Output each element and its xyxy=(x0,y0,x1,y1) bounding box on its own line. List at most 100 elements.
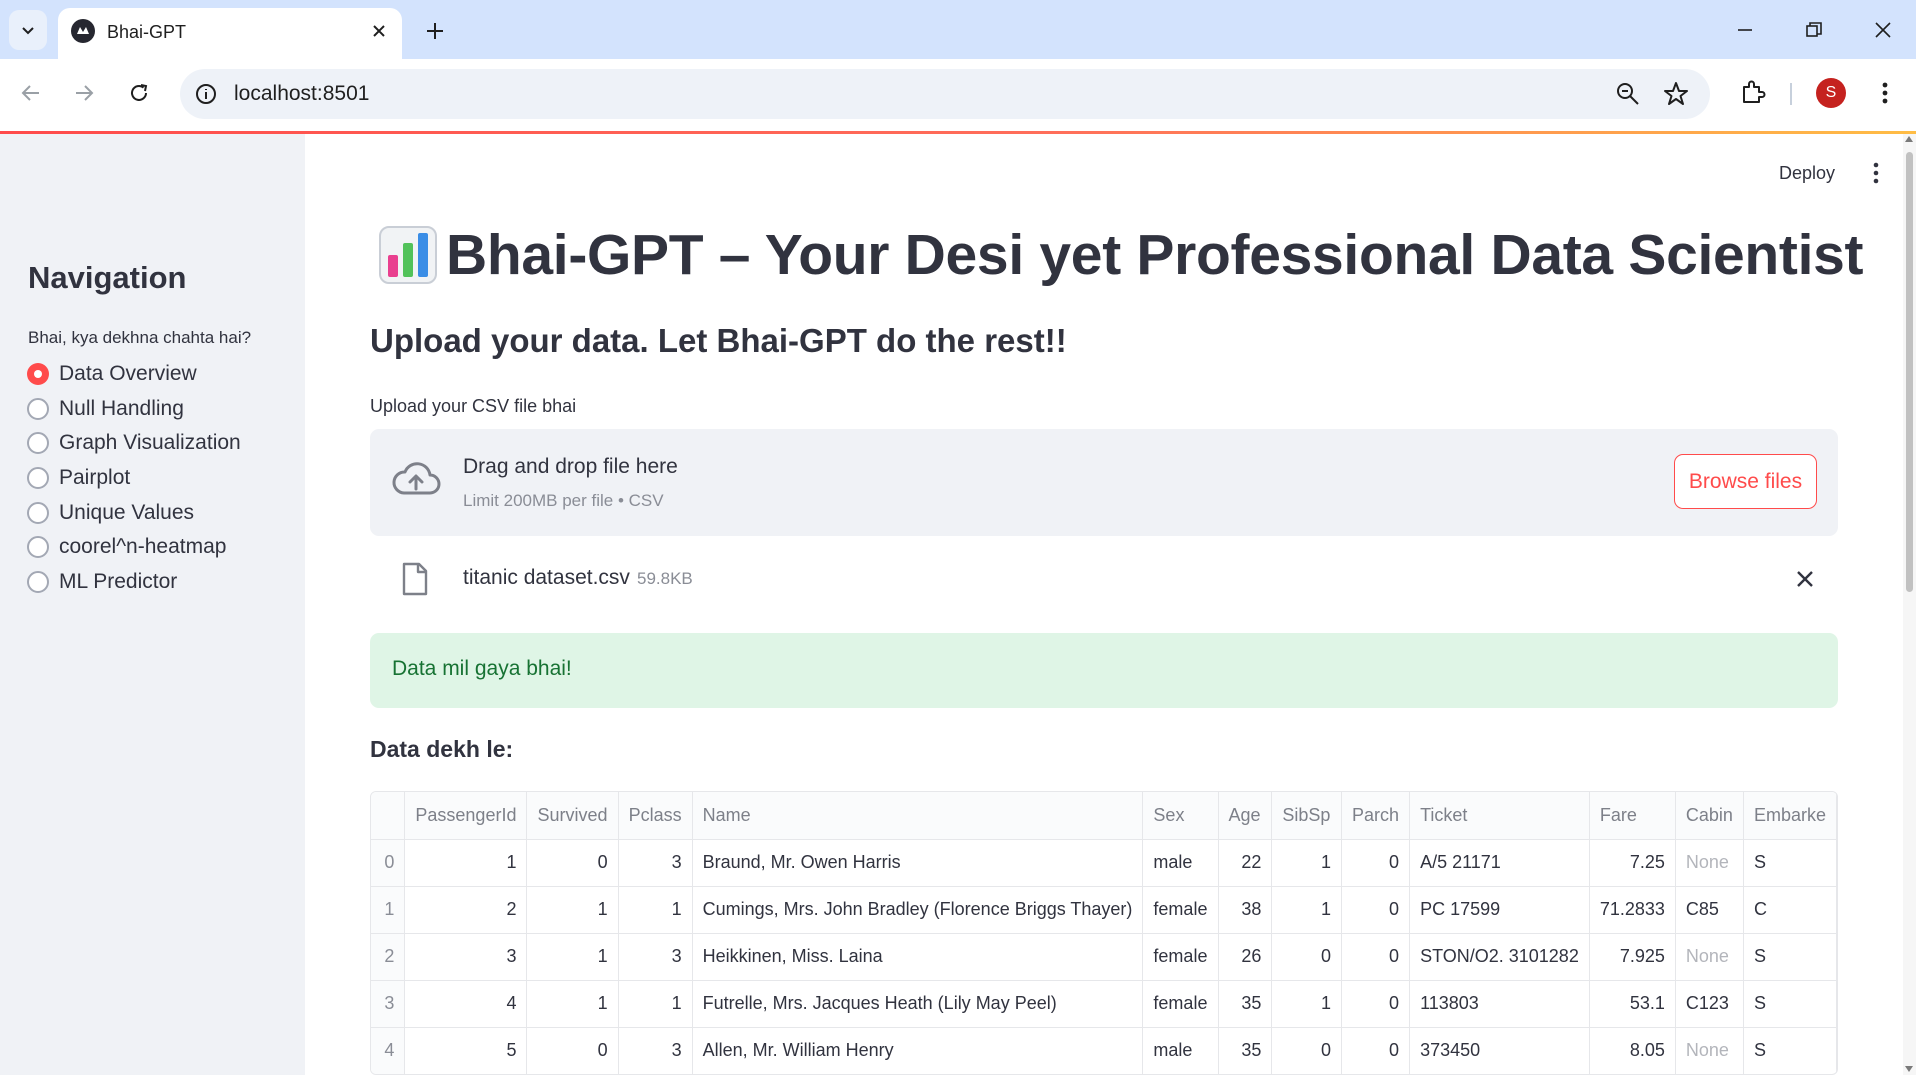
table-cell[interactable]: 3 xyxy=(618,839,693,887)
table-cell[interactable]: 7.25 xyxy=(1589,839,1676,887)
radio-label[interactable]: Unique Values xyxy=(59,501,194,525)
main-menu-icon[interactable] xyxy=(1864,158,1888,188)
scroll-up-arrow-icon[interactable] xyxy=(1905,136,1913,142)
table-cell[interactable]: C85 xyxy=(1675,886,1744,934)
radio-label[interactable]: Data Overview xyxy=(59,362,197,386)
table-cell[interactable]: 1 xyxy=(526,980,619,1028)
bookmark-star-icon[interactable] xyxy=(1662,80,1690,108)
column-header[interactable] xyxy=(371,792,406,840)
column-header[interactable]: Embarke xyxy=(1743,792,1837,840)
table-cell[interactable]: 1 xyxy=(618,886,693,934)
row-index[interactable]: 3 xyxy=(371,980,406,1028)
extensions-puzzle-icon[interactable] xyxy=(1738,77,1768,107)
table-cell[interactable]: 0 xyxy=(1341,933,1411,981)
radio-option-unique-values[interactable]: Unique Values xyxy=(27,495,241,530)
address-bar[interactable]: localhost:8501 xyxy=(180,69,1710,119)
table-cell[interactable]: 71.2833 xyxy=(1589,886,1676,934)
table-cell[interactable]: 1 xyxy=(1271,980,1343,1028)
table-cell[interactable]: 113803 xyxy=(1409,980,1590,1028)
radio-option-pairplot[interactable]: Pairplot xyxy=(27,461,241,496)
restore-icon[interactable] xyxy=(1797,13,1831,47)
table-cell[interactable]: 2 xyxy=(404,886,528,934)
table-cell[interactable]: S xyxy=(1743,1027,1837,1074)
row-index[interactable]: 2 xyxy=(371,933,406,981)
table-cell[interactable]: 1 xyxy=(404,839,528,887)
radio-option-correlation-heatmap[interactable]: coorel^n-heatmap xyxy=(27,530,241,565)
radio-label[interactable]: Graph Visualization xyxy=(59,431,241,455)
table-cell[interactable]: PC 17599 xyxy=(1409,886,1590,934)
radio-selected-icon[interactable] xyxy=(27,363,49,386)
radio-label[interactable]: coorel^n-heatmap xyxy=(59,535,226,559)
table-cell[interactable]: 1 xyxy=(526,886,619,934)
tab-search-button[interactable] xyxy=(9,10,47,50)
radio-unselected-icon[interactable] xyxy=(27,432,49,455)
radio-label[interactable]: Null Handling xyxy=(59,397,184,421)
table-cell[interactable]: male xyxy=(1142,1027,1219,1074)
table-cell[interactable]: 0 xyxy=(526,1027,619,1074)
table-cell[interactable]: Futrelle, Mrs. Jacques Heath (Lily May P… xyxy=(692,980,1144,1028)
table-cell[interactable]: male xyxy=(1142,839,1219,887)
radio-unselected-icon[interactable] xyxy=(27,501,49,524)
radio-option-ml-predictor[interactable]: ML Predictor xyxy=(27,565,241,600)
column-header[interactable]: SibSp xyxy=(1271,792,1343,840)
table-cell[interactable]: S xyxy=(1743,933,1837,981)
table-cell[interactable]: 38 xyxy=(1218,886,1273,934)
table-cell[interactable]: 1 xyxy=(1271,839,1343,887)
table-cell[interactable]: 8.05 xyxy=(1589,1027,1676,1074)
table-cell[interactable]: 0 xyxy=(1341,980,1411,1028)
remove-file-icon[interactable] xyxy=(1792,566,1818,592)
table-cell[interactable]: female xyxy=(1142,886,1219,934)
column-header[interactable]: PassengerId xyxy=(404,792,528,840)
url-text[interactable]: localhost:8501 xyxy=(234,82,369,106)
page-scrollbar[interactable] xyxy=(1903,134,1916,1075)
scrollbar-thumb[interactable] xyxy=(1906,152,1913,592)
table-cell[interactable]: None xyxy=(1675,933,1744,981)
row-index[interactable]: 1 xyxy=(371,886,406,934)
table-cell[interactable]: 26 xyxy=(1218,933,1273,981)
column-header[interactable]: Ticket xyxy=(1409,792,1590,840)
row-index[interactable]: 4 xyxy=(371,1027,406,1074)
table-cell[interactable]: None xyxy=(1675,1027,1744,1074)
table-cell[interactable]: 35 xyxy=(1218,1027,1273,1074)
table-cell[interactable]: 0 xyxy=(1341,839,1411,887)
new-tab-icon[interactable] xyxy=(420,16,450,46)
table-cell[interactable]: Cumings, Mrs. John Bradley (Florence Bri… xyxy=(692,886,1144,934)
radio-unselected-icon[interactable] xyxy=(27,397,49,420)
table-cell[interactable]: Heikkinen, Miss. Laina xyxy=(692,933,1144,981)
radio-option-data-overview[interactable]: Data Overview xyxy=(27,357,241,392)
table-cell[interactable]: 0 xyxy=(1271,933,1343,981)
table-cell[interactable]: 1 xyxy=(526,933,619,981)
reload-icon[interactable] xyxy=(121,75,157,111)
table-cell[interactable]: Allen, Mr. William Henry xyxy=(692,1027,1144,1074)
table-cell[interactable]: STON/O2. 3101282 xyxy=(1409,933,1590,981)
minimize-icon[interactable] xyxy=(1728,13,1762,47)
dataframe[interactable]: PassengerId Survived Pclass Name Sex Age… xyxy=(370,791,1838,1075)
browse-files-button[interactable]: Browse files xyxy=(1674,454,1817,509)
forward-arrow-icon[interactable] xyxy=(66,75,102,111)
radio-label[interactable]: ML Predictor xyxy=(59,570,177,594)
radio-unselected-icon[interactable] xyxy=(27,467,49,490)
row-index[interactable]: 0 xyxy=(371,839,406,887)
column-header[interactable]: Age xyxy=(1218,792,1273,840)
column-header[interactable]: Cabin xyxy=(1675,792,1744,840)
table-cell[interactable]: 0 xyxy=(526,839,619,887)
browser-tab[interactable]: Bhai-GPT xyxy=(58,8,402,59)
profile-avatar[interactable]: S xyxy=(1816,78,1846,108)
radio-label[interactable]: Pairplot xyxy=(59,466,130,490)
table-cell[interactable]: 4 xyxy=(404,980,528,1028)
table-cell[interactable]: 1 xyxy=(1271,886,1343,934)
deploy-button[interactable]: Deploy xyxy=(1773,159,1841,188)
table-cell[interactable]: 3 xyxy=(618,1027,693,1074)
table-cell[interactable]: 0 xyxy=(1271,1027,1343,1074)
table-cell[interactable]: 22 xyxy=(1218,839,1273,887)
radio-unselected-icon[interactable] xyxy=(27,570,49,593)
table-cell[interactable]: 3 xyxy=(404,933,528,981)
radio-option-graph-visualization[interactable]: Graph Visualization xyxy=(27,426,241,461)
table-cell[interactable]: C123 xyxy=(1675,980,1744,1028)
table-cell[interactable]: 5 xyxy=(404,1027,528,1074)
table-cell[interactable]: S xyxy=(1743,839,1837,887)
table-cell[interactable]: None xyxy=(1675,839,1744,887)
scroll-down-arrow-icon[interactable] xyxy=(1905,1066,1913,1072)
table-cell[interactable]: 1 xyxy=(618,980,693,1028)
browser-menu-icon[interactable] xyxy=(1870,76,1900,110)
